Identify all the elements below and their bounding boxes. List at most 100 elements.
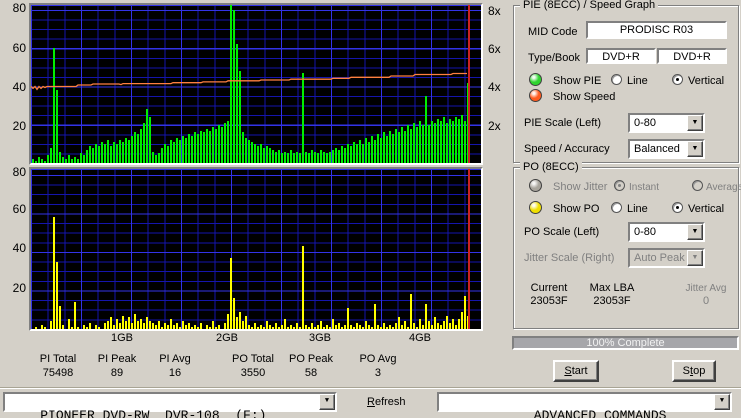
xtick-3gb: 3GB <box>308 332 332 344</box>
jitter-avg-value: 0 <box>702 295 710 307</box>
po_graph-bar <box>461 311 463 329</box>
po_graph-bar <box>116 319 118 329</box>
po_graph-bar <box>455 325 457 329</box>
po-line-radio[interactable] <box>611 202 622 213</box>
speed-accuracy-select[interactable]: Balanced ▼ <box>628 139 705 159</box>
drive-select[interactable]: PIONEER DVD-RW DVR-108 (F:) ▼ <box>3 392 337 418</box>
po_graph-bar <box>371 327 373 329</box>
po_graph-bar <box>272 327 274 329</box>
mid-code-label: MID Code <box>528 26 578 38</box>
po_graph-bar <box>200 323 202 329</box>
start-button[interactable]: Start <box>553 360 599 382</box>
po_graph-bar <box>383 323 385 329</box>
dropdown-arrow-icon[interactable]: ▼ <box>319 394 335 410</box>
po_graph-bar <box>260 325 262 329</box>
po_graph-bar <box>368 325 370 329</box>
po_graph-bar <box>158 321 160 329</box>
po_graph-bar <box>245 315 247 329</box>
po_graph-bar <box>167 325 169 329</box>
po_graph-bar <box>353 327 355 329</box>
speed-accuracy-label: Speed / Accuracy <box>524 143 610 155</box>
current-lba-label: Current <box>530 282 568 294</box>
speed-ytick-8x: 8x <box>488 4 501 18</box>
po_graph-bar <box>446 315 448 329</box>
dropdown-arrow-icon[interactable]: ▼ <box>687 224 703 240</box>
po_graph-bar <box>458 319 460 329</box>
po_graph-bar <box>95 325 97 329</box>
po_graph-bar <box>239 311 241 329</box>
xtick-4gb: 4GB <box>408 332 432 344</box>
po_graph-bar <box>365 321 367 329</box>
po_graph-bar <box>329 327 331 329</box>
po-vertical-radio[interactable] <box>672 202 683 213</box>
po_graph-bar <box>176 323 178 329</box>
pie-line-radio[interactable] <box>611 74 622 85</box>
po_graph-bar <box>263 327 265 329</box>
pie-vertical-radio[interactable] <box>672 74 683 85</box>
po_graph-bar <box>188 323 190 329</box>
po_graph-bar <box>170 319 172 329</box>
po_graph-bar <box>290 325 292 329</box>
po_graph-bar <box>413 323 415 329</box>
refresh-button[interactable]: Refresh <box>361 395 412 409</box>
dropdown-arrow-icon[interactable]: ▼ <box>687 115 703 131</box>
dropdown-arrow-icon[interactable]: ▼ <box>714 394 730 410</box>
po_graph-bar <box>428 321 430 329</box>
po-line-label: Line <box>627 203 648 215</box>
dropdown-arrow-icon[interactable]: ▼ <box>687 141 703 157</box>
pie-groupbox-title: PIE (8ECC) / Speed Graph <box>520 0 659 12</box>
po_graph-bar <box>311 323 313 329</box>
po_graph-bar <box>56 261 58 329</box>
po_graph-bar <box>464 296 466 329</box>
stat-po-total: PO Total 3550 <box>232 353 274 379</box>
po_graph-bar <box>335 325 337 329</box>
po_graph-bar <box>107 321 109 329</box>
po-ytick-40: 40 <box>12 241 26 255</box>
speed-ytick-4x: 4x <box>488 80 501 94</box>
po_graph-bar <box>278 327 280 329</box>
po_graph-bar <box>185 325 187 329</box>
po_graph-bar <box>122 315 124 329</box>
po-ytick-20: 20 <box>12 281 26 295</box>
po_graph-bar <box>419 319 421 329</box>
po_graph-bar <box>431 325 433 329</box>
po_graph-bar <box>437 323 439 329</box>
po_graph-bar <box>284 319 286 329</box>
mid-code-value: PRODISC R03 <box>586 21 727 39</box>
max-lba-value: 23053F <box>593 295 631 307</box>
stop-button[interactable]: Stop <box>672 360 716 382</box>
pie-vertical-label: Vertical <box>688 75 725 87</box>
bottom-separator <box>0 387 741 389</box>
po_graph-bar <box>347 307 349 329</box>
pie-scale-select[interactable]: 0-80 ▼ <box>628 113 705 133</box>
advanced-commands-select[interactable]: ADVANCED COMMANDS ▼ <box>437 392 732 418</box>
po_graph-bar <box>194 325 196 329</box>
po-scale-select[interactable]: 0-80 ▼ <box>628 222 705 242</box>
po_graph-bar <box>227 313 229 329</box>
po_graph-bar <box>338 323 340 329</box>
speed-ytick-6x: 6x <box>488 42 501 56</box>
pie-line-label: Line <box>627 75 648 87</box>
po-ytick-80: 80 <box>12 165 26 179</box>
pie-speed-groupbox: PIE (8ECC) / Speed Graph MID Code PRODIS… <box>513 0 739 163</box>
po_graph-bar <box>362 327 364 329</box>
po_graph-bar <box>299 327 301 329</box>
po_graph-bar <box>53 217 55 329</box>
show-po-led-icon[interactable] <box>529 201 542 214</box>
po_graph-bar <box>302 246 304 329</box>
po_graph-bar <box>374 303 376 329</box>
jitter-scale-select: Auto Peak ▼ <box>628 248 705 268</box>
po-vertical-label: Vertical <box>688 203 725 215</box>
po_graph-bar <box>410 294 412 329</box>
show-speed-led-icon[interactable] <box>529 89 542 102</box>
po_graph-bar <box>350 325 352 329</box>
show-pie-led-icon[interactable] <box>529 73 542 86</box>
po_graph-bar <box>425 303 427 329</box>
po_graph-bar <box>35 327 37 329</box>
po_graph-bar <box>230 257 232 329</box>
po_graph-bar <box>98 327 100 329</box>
po_graph-bar <box>407 327 409 329</box>
scan-progress-bar: 100% Complete <box>512 336 739 350</box>
po_graph-bar <box>359 325 361 329</box>
pie-speed-graph <box>29 3 483 165</box>
